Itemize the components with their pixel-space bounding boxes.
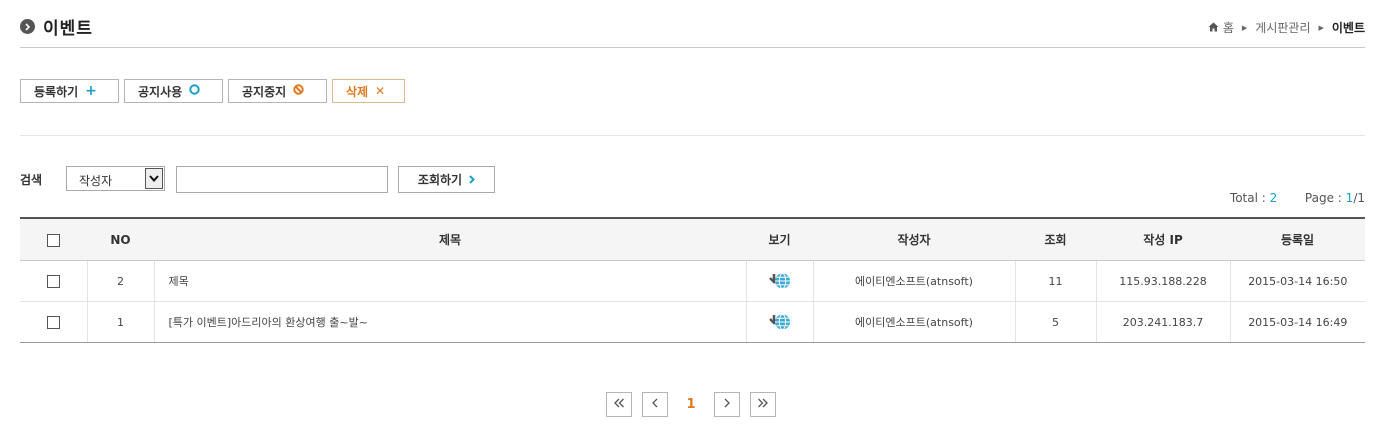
column-header: NO: [87, 217, 154, 261]
delete-button[interactable]: 삭제 ✕: [332, 79, 405, 103]
column-header: 보기: [746, 217, 813, 261]
row-checkbox[interactable]: [46, 274, 60, 288]
notice-on-button[interactable]: 공지사용: [124, 79, 223, 103]
first-page-button[interactable]: [606, 392, 632, 417]
search-submit-label: 조회하기: [417, 173, 463, 187]
search-input[interactable]: [176, 166, 388, 193]
list-stats: Total : 2 Page : 1/1: [1230, 191, 1365, 205]
search-bar: 검색 작성자 조회하기: [20, 166, 1365, 193]
row-author: 에이티엔소프트(atnsoft): [812, 260, 1015, 302]
section-divider: [20, 135, 1365, 136]
table-row[interactable]: 1 [특가 이벤트]아드리아의 환상여행 출~발~ 에이티엔소프트(atnsof…: [20, 301, 1365, 343]
chevron-down-icon[interactable]: [145, 168, 163, 189]
next-page-button[interactable]: [714, 392, 740, 417]
notice-on-button-label: 공지사용: [138, 84, 183, 99]
double-chevron-right-icon: [757, 397, 769, 412]
title-group: 이벤트: [20, 14, 93, 39]
row-subject-link[interactable]: [특가 이벤트]아드리아의 환상여행 출~발~: [153, 301, 746, 343]
row-views: 11: [1014, 260, 1096, 302]
page-label: Page :: [1304, 191, 1342, 205]
search-field-select[interactable]: 작성자: [66, 166, 165, 191]
last-page-button[interactable]: [750, 392, 776, 417]
page-total: /1: [1353, 191, 1365, 205]
notice-off-button-label: 공지중지: [242, 84, 287, 99]
chevron-right-icon: [469, 173, 475, 187]
select-all-cell: [20, 217, 87, 261]
search-submit-button[interactable]: 조회하기: [398, 166, 495, 193]
row-select-cell: [20, 260, 87, 302]
notice-off-button[interactable]: 공지중지: [228, 79, 327, 103]
row-no: 1: [86, 301, 154, 343]
breadcrumb-separator-icon: ▶: [1318, 23, 1324, 32]
row-date: 2015-03-14 16:49: [1229, 301, 1365, 343]
pagination: 1: [606, 392, 786, 417]
column-header: 작성자: [813, 217, 1015, 261]
column-header: 조회: [1015, 217, 1096, 261]
page-title: 이벤트: [43, 19, 93, 39]
chevron-left-icon: [651, 397, 659, 412]
chevron-circle-icon: [20, 19, 35, 34]
globe-view-icon[interactable]: [768, 273, 792, 289]
globe-view-icon[interactable]: [768, 314, 792, 330]
breadcrumb-section[interactable]: 게시판관리: [1255, 19, 1310, 36]
total-label: Total :: [1229, 191, 1266, 205]
action-toolbar: 등록하기 + 공지사용 공지중지 삭제 ✕: [20, 79, 410, 103]
search-field-value: 작성자: [79, 174, 113, 188]
close-icon: ✕: [375, 84, 386, 98]
search-label: 검색: [20, 173, 43, 187]
page-header: 이벤트 홈 ▶ 게시판관리 ▶ 이벤트: [20, 0, 1365, 48]
column-header: 등록일: [1230, 217, 1365, 261]
total-count: 2: [1269, 191, 1278, 205]
delete-button-label: 삭제: [346, 84, 369, 99]
row-ip: 203.241.183.7: [1095, 301, 1230, 343]
plus-icon: +: [85, 83, 97, 99]
register-button[interactable]: 등록하기 +: [20, 79, 119, 103]
row-view-cell: [745, 301, 813, 343]
row-select-cell: [20, 301, 87, 343]
page-number-current[interactable]: 1: [678, 392, 704, 417]
breadcrumb-current: 이벤트: [1331, 21, 1365, 35]
row-checkbox[interactable]: [46, 315, 60, 329]
row-subject-link[interactable]: 제목: [153, 260, 746, 302]
breadcrumb-separator-icon: ▶: [1241, 23, 1248, 32]
breadcrumb: 홈 ▶ 게시판관리 ▶ 이벤트: [1208, 19, 1365, 36]
double-chevron-left-icon: [613, 397, 625, 412]
column-header: 작성 IP: [1096, 217, 1230, 261]
row-view-cell: [745, 260, 813, 302]
table-row[interactable]: 2 제목 에이티엔소프트(atnsoft) 11 115.93.188.228 …: [20, 260, 1365, 302]
event-table: NO 제목 보기 작성자 조회 작성 IP 등록일 2 제목 에이티엔소프트(a…: [20, 217, 1365, 343]
table-header-row: NO 제목 보기 작성자 조회 작성 IP 등록일: [20, 217, 1365, 261]
prev-page-button[interactable]: [642, 392, 668, 417]
column-header: 제목: [154, 217, 746, 261]
register-button-label: 등록하기: [34, 84, 79, 99]
prohibited-icon: [293, 84, 304, 98]
breadcrumb-home[interactable]: 홈: [1223, 19, 1234, 36]
chevron-right-icon: [723, 397, 731, 412]
home-icon[interactable]: [1208, 21, 1219, 35]
row-no: 2: [86, 260, 154, 302]
circle-icon: [189, 84, 200, 98]
select-all-checkbox[interactable]: [47, 233, 60, 247]
row-views: 5: [1014, 301, 1096, 343]
row-date: 2015-03-14 16:50: [1229, 260, 1365, 302]
row-ip: 115.93.188.228: [1095, 260, 1230, 302]
row-author: 에이티엔소프트(atnsoft): [812, 301, 1015, 343]
